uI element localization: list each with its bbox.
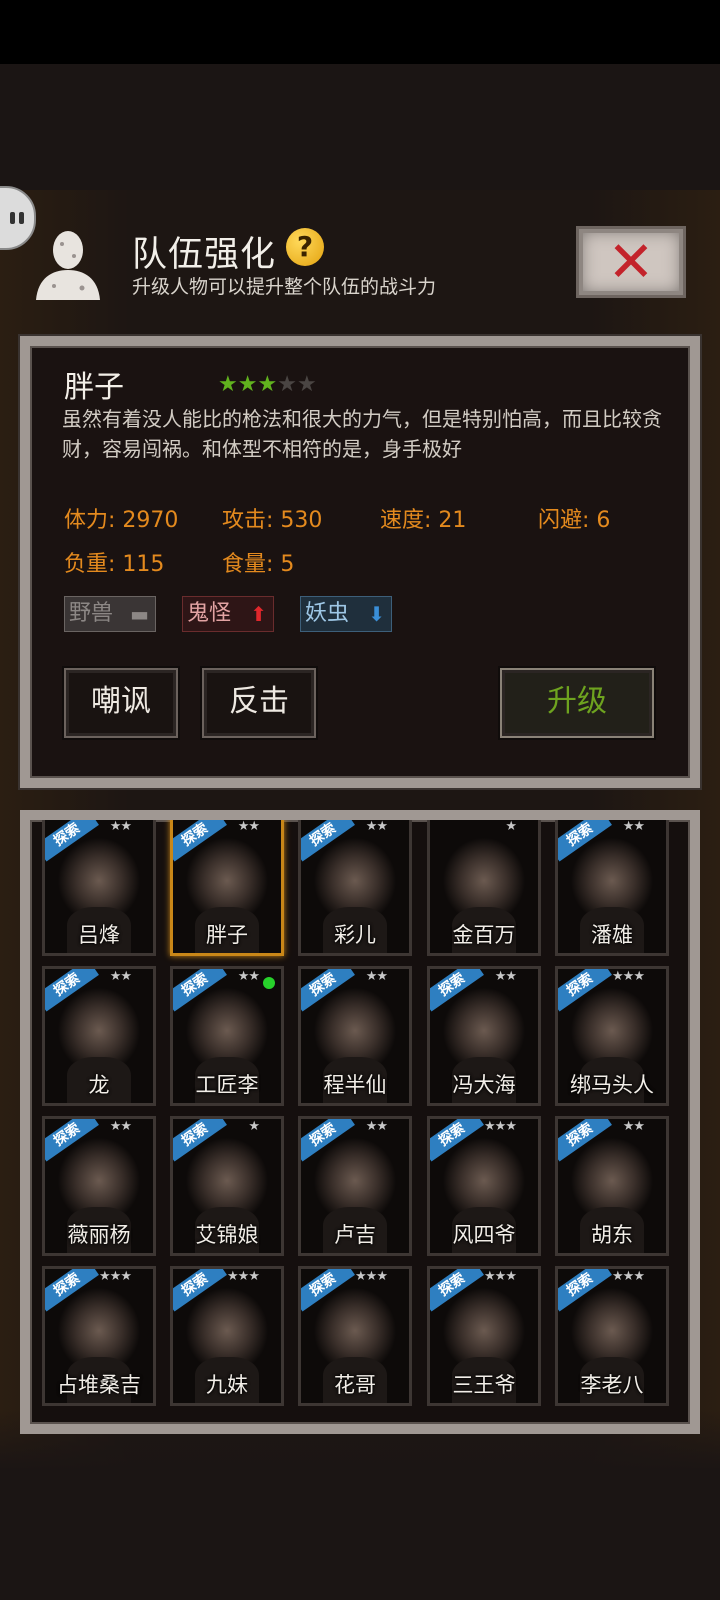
card-star-rating: ★★★	[227, 1269, 260, 1284]
star-icon: ★	[296, 372, 317, 397]
card-name: 三王爷	[452, 1373, 516, 1397]
card-star-rating: ★★	[109, 969, 132, 984]
page-title: 队伍强化	[132, 235, 277, 275]
card-star-rating: ★	[505, 819, 517, 834]
tag-label: 妖虫	[305, 601, 350, 626]
star-icon: ★	[257, 372, 278, 397]
roster-card[interactable]: ★★★ 探索 占堆桑吉	[42, 1266, 156, 1406]
card-name: 卢吉	[334, 1223, 376, 1247]
card-name: 风四爷	[452, 1223, 516, 1247]
tag-label: 鬼怪	[187, 601, 232, 626]
card-name: 胡东	[591, 1223, 633, 1247]
neutral-icon: ▬	[130, 602, 149, 626]
card-name: 艾锦娘	[195, 1223, 259, 1247]
character-name: 胖子	[64, 370, 124, 405]
roster-card[interactable]: ★★ 探索 卢吉	[298, 1116, 412, 1256]
card-star-rating: ★★	[237, 969, 260, 984]
card-star-rating: ★	[248, 1119, 260, 1134]
taunt-button[interactable]: 嘲讽	[64, 668, 178, 738]
affinity-tag-beast: 野兽 ▬	[64, 596, 156, 632]
card-star-rating: ★★	[622, 1119, 645, 1134]
card-star-rating: ★★★	[612, 969, 645, 984]
card-star-rating: ★★★	[484, 1119, 517, 1134]
star-icon: ★	[218, 372, 238, 397]
roster-card[interactable]: ★★★ 探索 三王爷	[427, 1266, 541, 1406]
arrow-up-icon: ⬆	[250, 602, 267, 626]
card-name: 花哥	[334, 1373, 376, 1397]
stat-attack: 攻击: 530	[222, 508, 323, 533]
roster-card[interactable]: ★★★ 探索 花哥	[298, 1266, 412, 1406]
star-icon: ★	[237, 372, 258, 397]
arrow-down-icon: ⬇	[368, 602, 385, 626]
card-star-rating: ★★	[494, 969, 517, 984]
stat-load: 负重: 115	[64, 552, 165, 577]
roster-card[interactable]: ★★ 探索 彩儿	[298, 819, 412, 956]
character-description: 虽然有着没人能比的枪法和很大的力气，但是特别怕高，而且比较贪财，容易闯祸。和体型…	[62, 407, 662, 461]
roster-card[interactable]: ★★ 探索 程半仙	[298, 966, 412, 1106]
avatar-silhouette-icon	[36, 231, 100, 300]
card-name: 龙	[88, 1073, 110, 1097]
card-star-rating: ★★★	[612, 1269, 645, 1284]
card-name: 冯大海	[452, 1073, 516, 1097]
card-name: 潘雄	[591, 923, 633, 947]
card-name: 薇丽杨	[67, 1223, 131, 1247]
card-name: 九妹	[206, 1373, 248, 1397]
card-name: 胖子	[206, 923, 248, 947]
close-button[interactable]: ✕	[576, 226, 686, 298]
card-star-rating: ★★	[109, 819, 132, 834]
character-roster-grid: ★★ 探索 吕烽 ★★ 探索 胖子 ★★ 探索 彩儿 ★ 金百万 ★★ 探索 潘雄 ★★ 探索龙 ★★ 探索 工匠李…	[20, 810, 700, 1434]
card-name: 绑马头人	[570, 1073, 654, 1097]
upgrade-button[interactable]: 升级	[500, 668, 654, 738]
card-star-rating: ★★	[365, 1119, 388, 1134]
page-subtitle: 升级人物可以提升整个队伍的战斗力	[132, 276, 437, 298]
stat-dodge: 闪避: 6	[538, 508, 611, 533]
counter-button[interactable]: 反击	[202, 668, 316, 738]
close-icon: ✕	[607, 230, 655, 295]
card-star-rating: ★★★	[99, 1269, 132, 1284]
roster-card[interactable]: ★ 金百万	[427, 819, 541, 956]
card-name: 彩儿	[334, 923, 376, 947]
affinity-tag-ghost: 鬼怪 ⬆	[182, 596, 274, 632]
roster-card[interactable]: ★★★ 探索 九妹	[170, 1266, 284, 1406]
card-star-rating: ★★	[109, 1119, 132, 1134]
roster-card[interactable]: ★★ 探索 吕烽	[42, 819, 156, 956]
roster-card[interactable]: ★ 探索 艾锦娘	[170, 1116, 284, 1256]
star-icon: ★	[277, 372, 297, 397]
stat-food: 食量: 5	[222, 552, 295, 577]
card-star-rating: ★★	[365, 969, 388, 984]
roster-card[interactable]: ★★★ 探索 李老八	[555, 1266, 669, 1406]
tag-label: 野兽	[69, 601, 114, 626]
card-star-rating: ★★	[365, 819, 388, 834]
status-bar	[0, 0, 720, 64]
affinity-tag-bug: 妖虫 ⬇	[300, 596, 392, 632]
card-name: 金百万	[452, 923, 516, 947]
card-name: 程半仙	[323, 1073, 387, 1097]
card-name: 工匠李	[195, 1073, 259, 1097]
card-name: 吕烽	[78, 923, 120, 947]
roster-card[interactable]: ★★ 探索龙	[42, 966, 156, 1106]
character-star-rating: ★★★★★	[218, 372, 317, 397]
card-name: 占堆桑吉	[57, 1373, 141, 1397]
stat-speed: 速度: 21	[380, 508, 467, 533]
card-star-rating: ★★	[237, 819, 260, 834]
roster-card[interactable]: ★★ 探索 薇丽杨	[42, 1116, 156, 1256]
roster-card[interactable]: ★★★ 探索 风四爷	[427, 1116, 541, 1256]
card-star-rating: ★★	[622, 819, 645, 834]
roster-card[interactable]: ★★★ 探索 绑马头人	[555, 966, 669, 1106]
card-star-rating: ★★★	[484, 1269, 517, 1284]
roster-card[interactable]: ★★ 探索 胡东	[555, 1116, 669, 1256]
roster-card[interactable]: ★★ 探索 冯大海	[427, 966, 541, 1106]
card-name: 李老八	[580, 1373, 644, 1397]
roster-card[interactable]: ★★ 探索 潘雄	[555, 819, 669, 956]
help-icon[interactable]: ?	[286, 228, 324, 266]
stat-hp: 体力: 2970	[64, 508, 179, 533]
status-dot-icon	[263, 977, 275, 989]
roster-card[interactable]: ★★ 探索 工匠李	[170, 966, 284, 1106]
roster-card[interactable]: ★★ 探索 胖子	[170, 819, 284, 956]
card-star-rating: ★★★	[355, 1269, 388, 1284]
